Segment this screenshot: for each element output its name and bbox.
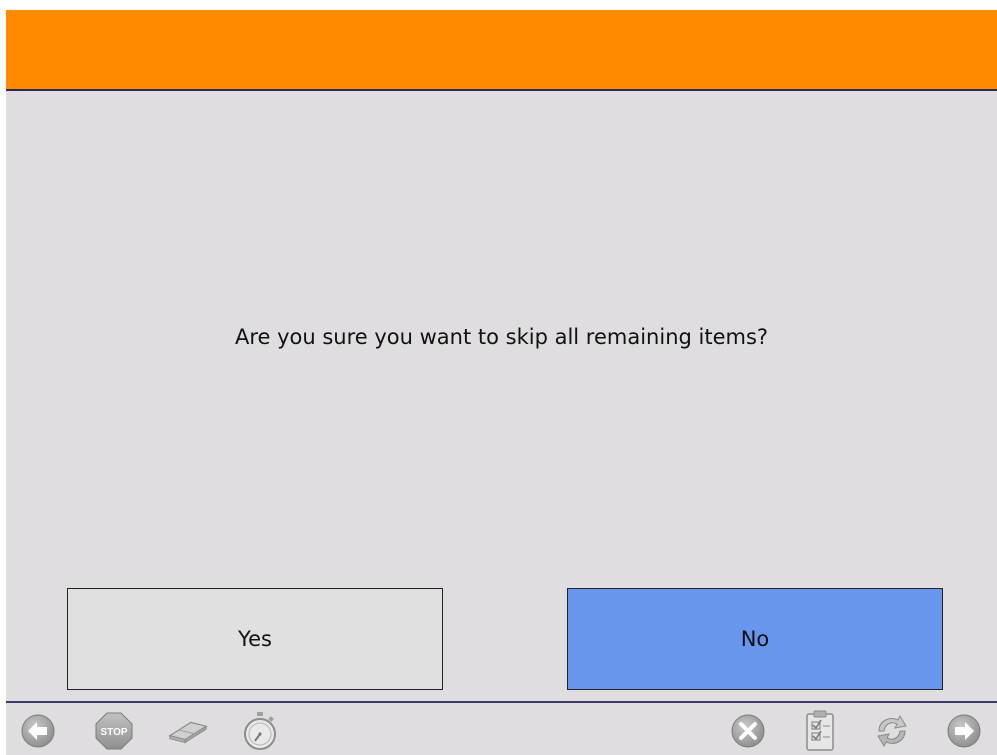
back-arrow-icon[interactable] (16, 709, 60, 753)
header-bar (6, 10, 997, 91)
eraser-icon[interactable] (166, 709, 210, 753)
yes-button-label: Yes (238, 627, 272, 651)
cancel-icon[interactable] (726, 709, 770, 753)
refresh-icon[interactable] (870, 709, 914, 753)
forward-arrow-icon[interactable] (942, 709, 986, 753)
stop-sign-icon[interactable]: STOP (92, 709, 136, 753)
checklist-icon[interactable] (798, 709, 842, 753)
no-button[interactable]: No (567, 588, 943, 690)
bottom-toolbar: STOP (6, 703, 997, 755)
confirmation-prompt: Are you sure you want to skip all remain… (234, 325, 769, 349)
stop-sign-label: STOP (100, 727, 127, 738)
yes-button[interactable]: Yes (67, 588, 443, 690)
no-button-label: No (740, 627, 770, 651)
app-frame: Are you sure you want to skip all remain… (6, 10, 997, 755)
stopwatch-icon[interactable] (238, 709, 282, 753)
